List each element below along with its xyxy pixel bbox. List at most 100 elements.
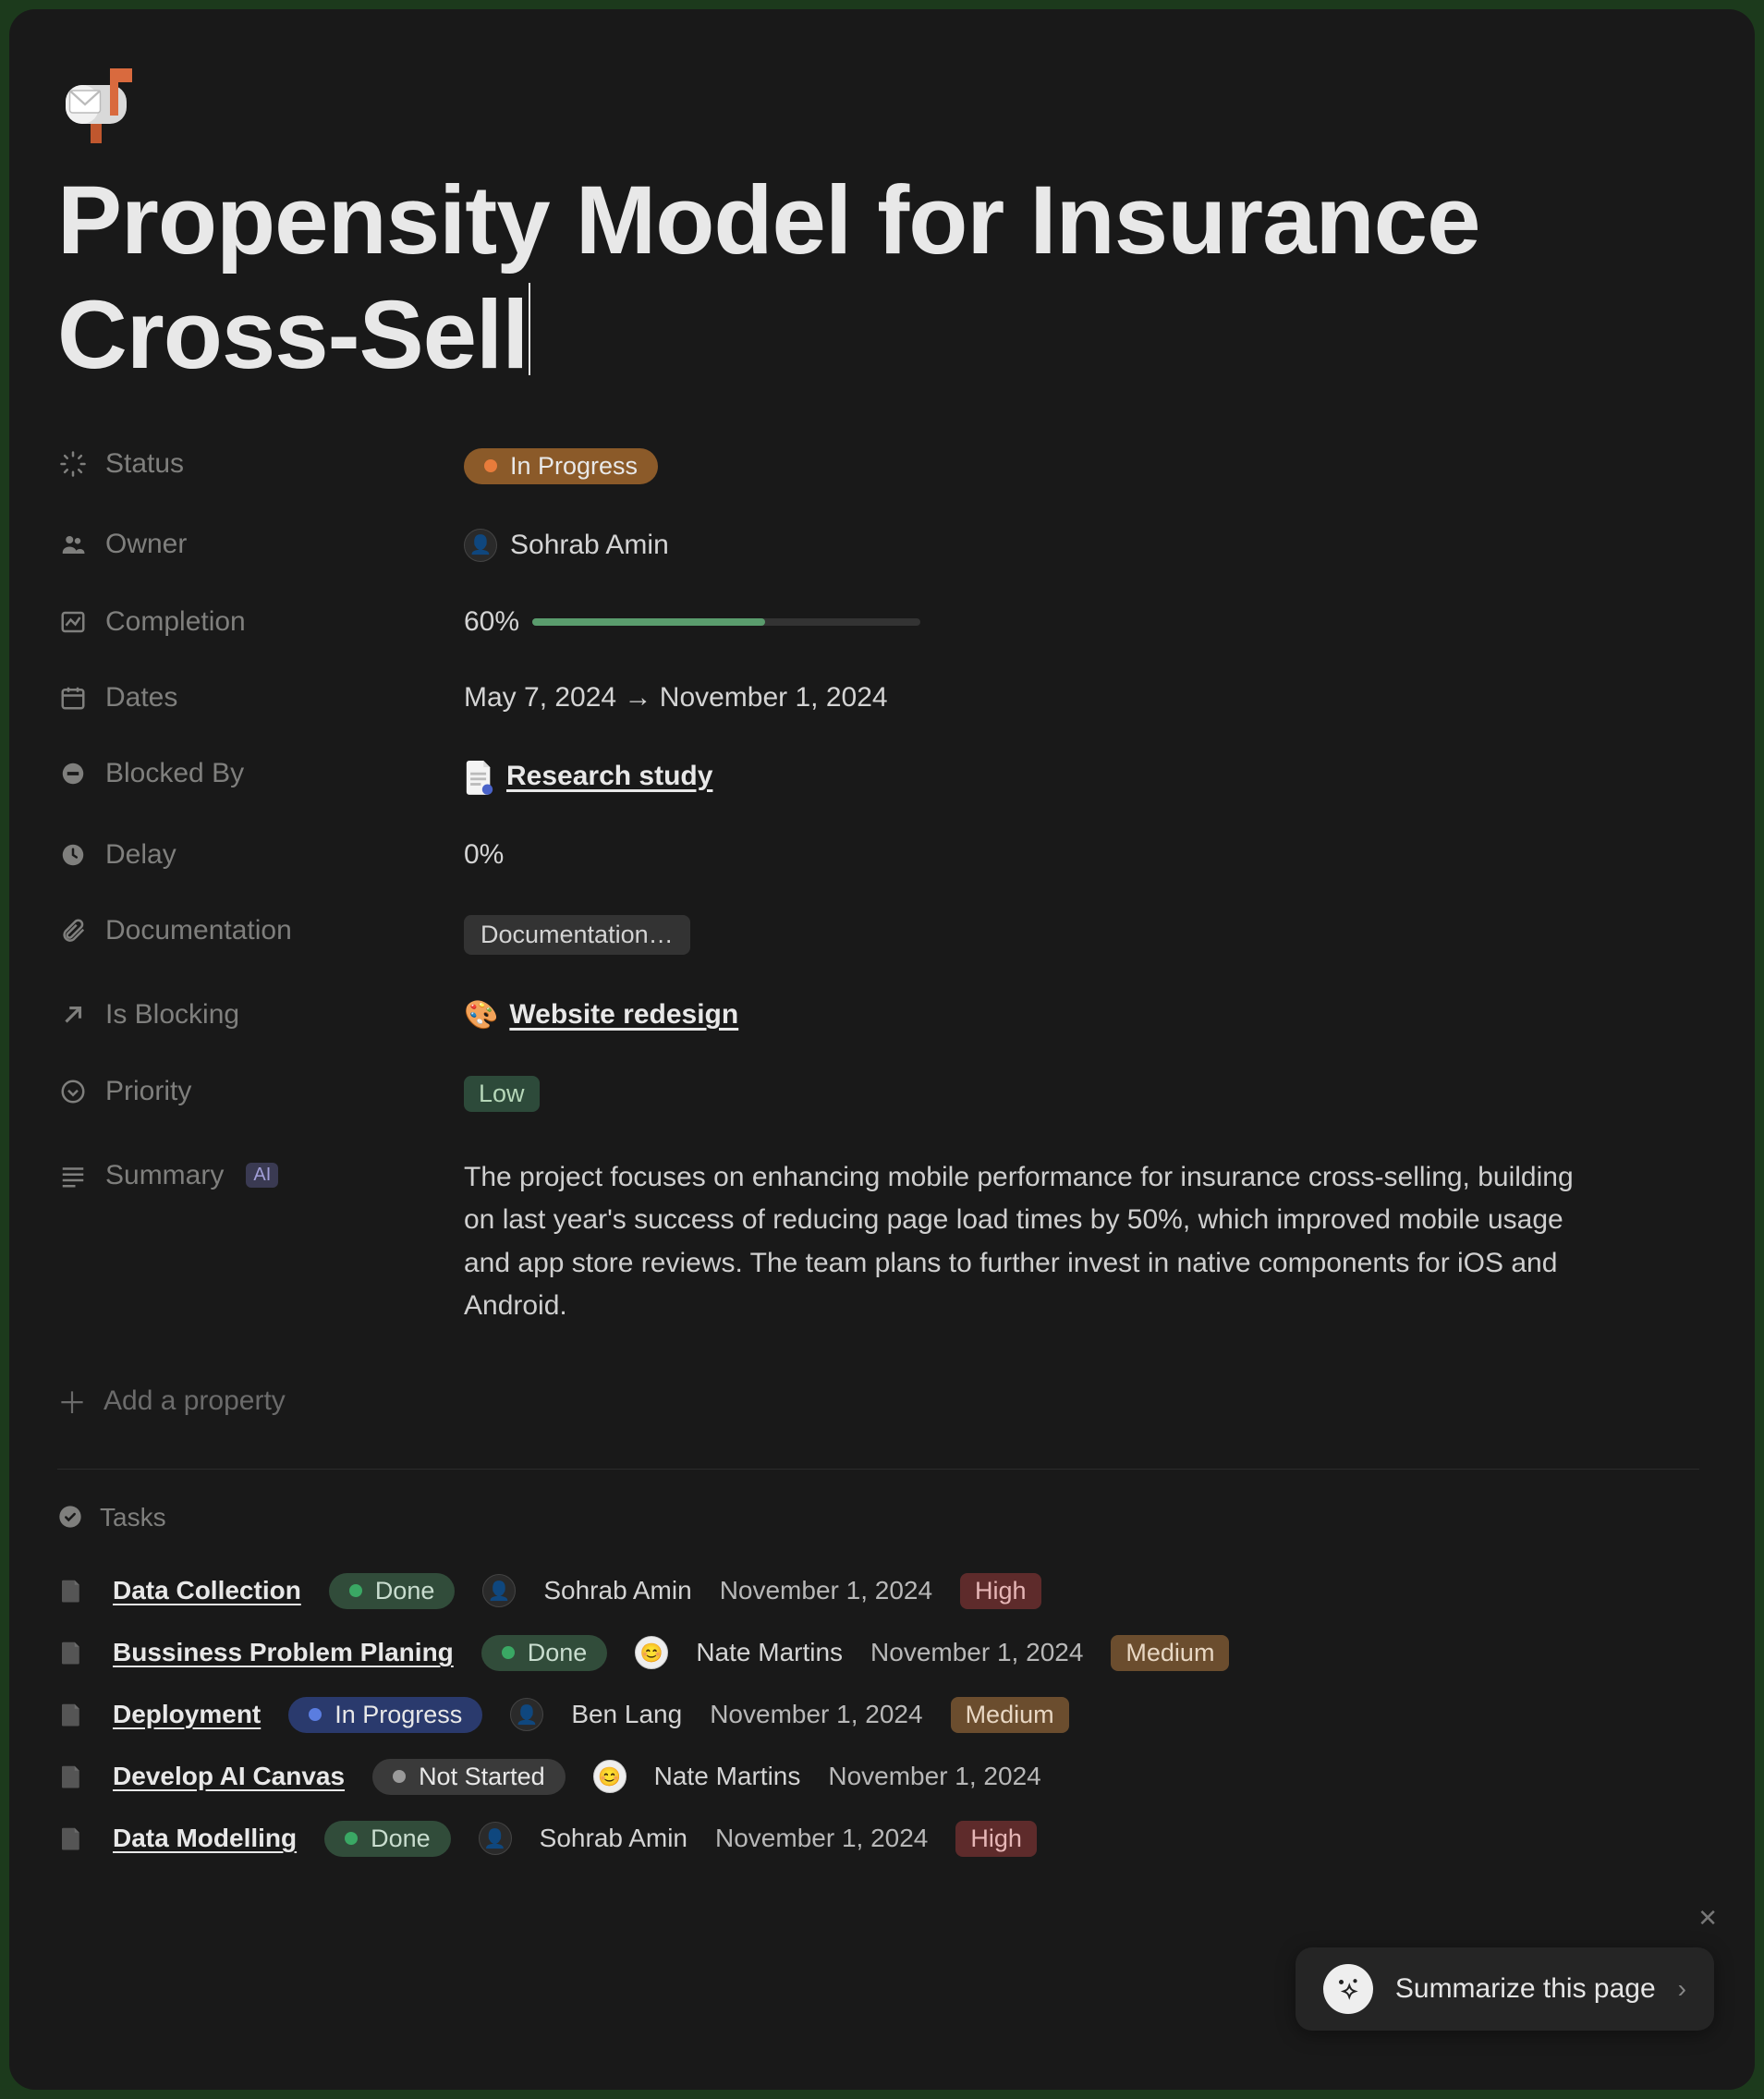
documentation-chip[interactable]: Documentation…: [464, 915, 690, 955]
prop-label-text: Dates: [105, 682, 177, 714]
task-row[interactable]: Data Modelling Done Sohrab Amin November…: [57, 1808, 1699, 1870]
close-button[interactable]: ✕: [1697, 1904, 1718, 1933]
prop-label-completion[interactable]: Completion: [57, 606, 464, 638]
page-link[interactable]: Research study: [464, 758, 712, 795]
dates-text: May 7, 2024 → November 1, 2024: [464, 682, 888, 714]
prop-value-delay[interactable]: 0%: [464, 839, 1699, 871]
prop-value-status[interactable]: In Progress: [464, 448, 1699, 484]
prop-label-is-blocking[interactable]: Is Blocking: [57, 999, 464, 1031]
status-dot: [502, 1646, 515, 1659]
task-title[interactable]: Data Modelling: [113, 1824, 297, 1853]
task-priority-tag: Medium: [1111, 1635, 1229, 1671]
status-pill: In Progress: [464, 448, 658, 484]
chevron-down-circle-icon: [57, 1076, 89, 1107]
prop-value-dates[interactable]: May 7, 2024 → November 1, 2024: [464, 682, 1699, 714]
prop-value-owner[interactable]: Sohrab Amin: [464, 529, 1699, 562]
prop-label-dates[interactable]: Dates: [57, 682, 464, 714]
task-status-text: Done: [375, 1577, 435, 1605]
page-link-text: Research study: [506, 761, 712, 792]
prop-value-priority[interactable]: Low: [464, 1076, 1699, 1112]
status-dot: [309, 1708, 322, 1721]
prop-label-status[interactable]: Status: [57, 448, 464, 480]
clock-icon: [57, 839, 89, 871]
attachment-icon: [57, 915, 89, 946]
prop-value-blocked-by[interactable]: Research study: [464, 758, 1699, 795]
page-title[interactable]: Propensity Model for Insurance Cross-Sel…: [57, 164, 1699, 393]
task-title[interactable]: Bussiness Problem Planing: [113, 1638, 454, 1667]
page-link[interactable]: 🎨 Website redesign: [464, 999, 738, 1031]
page-container: Propensity Model for Insurance Cross-Sel…: [9, 9, 1755, 2090]
progress-bar: [532, 618, 920, 626]
properties-section: Status In Progress Owner Sohrab Amin Com…: [57, 448, 1699, 1328]
prop-label-priority[interactable]: Priority: [57, 1076, 464, 1107]
avatar: [479, 1822, 512, 1855]
people-icon: [57, 529, 89, 560]
page-icon[interactable]: [57, 60, 1699, 149]
task-status-pill: Done: [329, 1573, 456, 1609]
delay-text: 0%: [464, 839, 504, 871]
blocked-icon: [57, 758, 89, 789]
sparkle-icon: [1323, 1964, 1373, 2014]
tasks-header[interactable]: Tasks: [57, 1503, 1699, 1532]
status-text: In Progress: [510, 452, 638, 481]
summary-text: The project focuses on enhancing mobile …: [464, 1156, 1610, 1328]
prop-value-is-blocking[interactable]: 🎨 Website redesign: [464, 999, 1699, 1031]
prop-label-text: Summary: [105, 1160, 224, 1191]
plus-icon: ＋: [57, 1380, 87, 1422]
chart-icon: [57, 606, 89, 638]
status-dot: [393, 1770, 406, 1783]
status-icon: [57, 448, 89, 480]
prop-label-text: Priority: [105, 1076, 191, 1107]
page-icon: [57, 1824, 85, 1852]
task-title[interactable]: Data Collection: [113, 1576, 301, 1605]
task-row[interactable]: Bussiness Problem Planing Done Nate Mart…: [57, 1622, 1699, 1684]
arrow-up-right-icon: [57, 999, 89, 1031]
task-assignee: Sohrab Amin: [540, 1824, 687, 1853]
ai-badge: AI: [246, 1163, 278, 1188]
prop-label-delay[interactable]: Delay: [57, 839, 464, 871]
calendar-icon: [57, 682, 89, 714]
palette-icon: 🎨: [464, 999, 498, 1031]
avatar: [482, 1574, 516, 1607]
task-date: November 1, 2024: [828, 1762, 1040, 1791]
task-status-pill: Done: [481, 1635, 608, 1671]
prop-label-text: Blocked By: [105, 758, 244, 789]
tasks-list: Data Collection Done Sohrab Amin Novembe…: [57, 1560, 1699, 1870]
prop-value-summary[interactable]: The project focuses on enhancing mobile …: [464, 1156, 1699, 1328]
task-row[interactable]: Data Collection Done Sohrab Amin Novembe…: [57, 1560, 1699, 1622]
task-assignee: Sohrab Amin: [543, 1576, 691, 1605]
task-assignee: Nate Martins: [696, 1638, 843, 1667]
task-priority-tag: High: [955, 1821, 1037, 1857]
prop-label-owner[interactable]: Owner: [57, 529, 464, 560]
task-row[interactable]: Develop AI Canvas Not Started Nate Marti…: [57, 1746, 1699, 1808]
task-row[interactable]: Deployment In Progress Ben Lang November…: [57, 1684, 1699, 1746]
prop-value-documentation[interactable]: Documentation…: [464, 915, 1699, 955]
summarize-page-button[interactable]: Summarize this page ›: [1296, 1947, 1714, 2031]
task-assignee: Ben Lang: [571, 1700, 682, 1729]
summarize-label: Summarize this page: [1395, 1973, 1656, 2005]
tasks-header-label: Tasks: [100, 1503, 166, 1532]
task-title[interactable]: Develop AI Canvas: [113, 1762, 345, 1791]
task-status-text: Done: [528, 1639, 588, 1667]
avatar: [510, 1698, 543, 1731]
page-icon: [57, 1577, 85, 1605]
prop-label-documentation[interactable]: Documentation: [57, 915, 464, 946]
page-link-text: Website redesign: [509, 999, 738, 1031]
task-status-pill: Not Started: [372, 1759, 566, 1795]
prop-value-completion[interactable]: 60%: [464, 606, 1699, 638]
prop-label-text: Completion: [105, 606, 246, 638]
document-icon: [464, 758, 495, 795]
avatar: [593, 1760, 627, 1793]
status-dot: [349, 1584, 362, 1597]
task-priority-tag: Medium: [951, 1697, 1069, 1733]
prop-label-blocked-by[interactable]: Blocked By: [57, 758, 464, 789]
avatar: [635, 1636, 668, 1669]
add-property-button[interactable]: ＋ Add a property: [57, 1380, 1699, 1422]
task-date: November 1, 2024: [870, 1638, 1083, 1667]
page-icon: [57, 1701, 85, 1728]
prop-label-summary[interactable]: Summary AI: [57, 1156, 464, 1191]
prop-label-text: Is Blocking: [105, 999, 239, 1031]
page-icon: [57, 1639, 85, 1666]
task-title[interactable]: Deployment: [113, 1700, 261, 1729]
prop-label-text: Delay: [105, 839, 176, 871]
